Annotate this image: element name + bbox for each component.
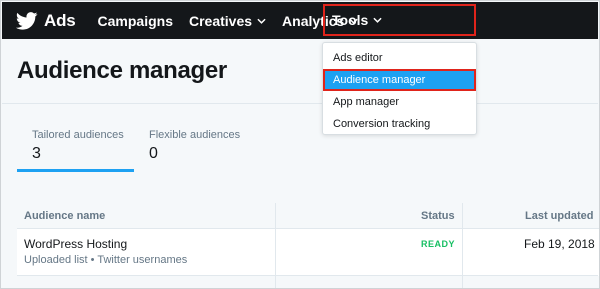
tools-dropdown-menu: Ads editor Audience manager App manager … xyxy=(322,42,477,135)
top-nav: Ads Campaigns Creatives Analytics Tools xyxy=(2,2,598,39)
nav-campaigns-label: Campaigns xyxy=(97,12,173,29)
column-header-status[interactable]: Status xyxy=(421,210,455,222)
row-divider xyxy=(17,275,598,276)
nav-creatives-label: Creatives xyxy=(189,12,253,29)
nav-tools[interactable]: Tools xyxy=(323,4,476,36)
twitter-bird-icon xyxy=(16,11,38,30)
tab-tailored-audiences[interactable]: Tailored audiences 3 xyxy=(17,129,134,172)
menu-item-app-manager[interactable]: App manager xyxy=(323,91,476,113)
menu-item-ads-editor[interactable]: Ads editor xyxy=(323,47,476,69)
active-tab-indicator xyxy=(17,169,134,172)
tab-label: Flexible audiences xyxy=(149,129,241,141)
tab-flexible-audiences[interactable]: Flexible audiences 0 xyxy=(149,129,240,163)
audience-name[interactable]: WordPress Hosting xyxy=(24,237,127,251)
chevron-down-icon xyxy=(257,18,266,24)
menu-item-conversion-tracking[interactable]: Conversion tracking xyxy=(323,113,476,135)
column-divider xyxy=(462,203,463,288)
page-title: Audience manager xyxy=(17,57,227,84)
audience-table: Audience name Status Last updated WordPr… xyxy=(17,203,599,276)
table-header: Audience name Status Last updated xyxy=(17,203,599,229)
chevron-down-icon xyxy=(373,17,382,23)
brand-home-link[interactable]: Ads xyxy=(16,2,76,39)
tab-count: 3 xyxy=(32,145,41,162)
app-frame: Ads Campaigns Creatives Analytics Tools … xyxy=(0,0,600,289)
last-updated-date: Feb 19, 2018 xyxy=(524,237,595,251)
column-header-last-updated[interactable]: Last updated xyxy=(525,210,593,222)
nav-campaigns[interactable]: Campaigns xyxy=(90,2,181,39)
header-divider xyxy=(2,103,598,104)
menu-item-audience-manager[interactable]: Audience manager xyxy=(323,69,476,91)
column-header-audience-name[interactable]: Audience name xyxy=(24,210,105,222)
nav-tools-label: Tools xyxy=(332,12,369,28)
column-divider xyxy=(275,203,276,288)
brand-label: Ads xyxy=(44,10,76,30)
nav-creatives[interactable]: Creatives xyxy=(181,2,274,39)
status-badge: READY xyxy=(421,239,456,249)
table-row[interactable]: WordPress Hosting Uploaded list • Twitte… xyxy=(17,229,599,276)
tab-count: 0 xyxy=(149,145,158,162)
audience-source: Uploaded list • Twitter usernames xyxy=(24,254,188,266)
tab-label: Tailored audiences xyxy=(32,129,124,141)
